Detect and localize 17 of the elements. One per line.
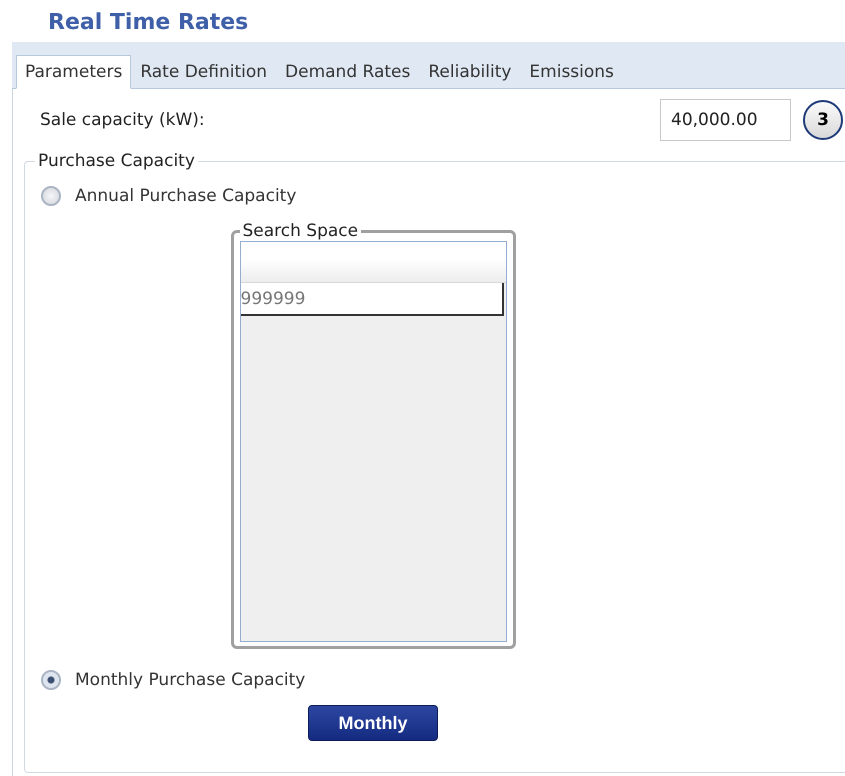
tab[interactable]: Rate Definition xyxy=(131,55,276,89)
radio-button[interactable] xyxy=(41,186,61,206)
tab[interactable]: Parameters xyxy=(16,55,132,89)
list-row[interactable]: 999999 xyxy=(240,283,504,316)
tab[interactable]: Emissions xyxy=(520,55,623,89)
monthly-button[interactable]: Monthly xyxy=(308,705,438,741)
group-legend: Search Space xyxy=(240,221,362,241)
tab[interactable]: Reliability xyxy=(419,55,520,89)
radio-label: Monthly Purchase Capacity xyxy=(75,670,306,690)
field-label: Sale capacity (kW): xyxy=(40,110,206,130)
tab[interactable]: Demand Rates xyxy=(276,55,420,89)
step-badge: 3 xyxy=(803,100,843,140)
page-title: Real Time Rates xyxy=(47,10,250,37)
radio-label: Annual Purchase Capacity xyxy=(75,186,296,206)
group-legend: Purchase Capacity xyxy=(35,151,198,171)
radio-button[interactable] xyxy=(41,670,61,690)
sale-capacity-field[interactable]: 40,000.00 xyxy=(660,99,791,141)
